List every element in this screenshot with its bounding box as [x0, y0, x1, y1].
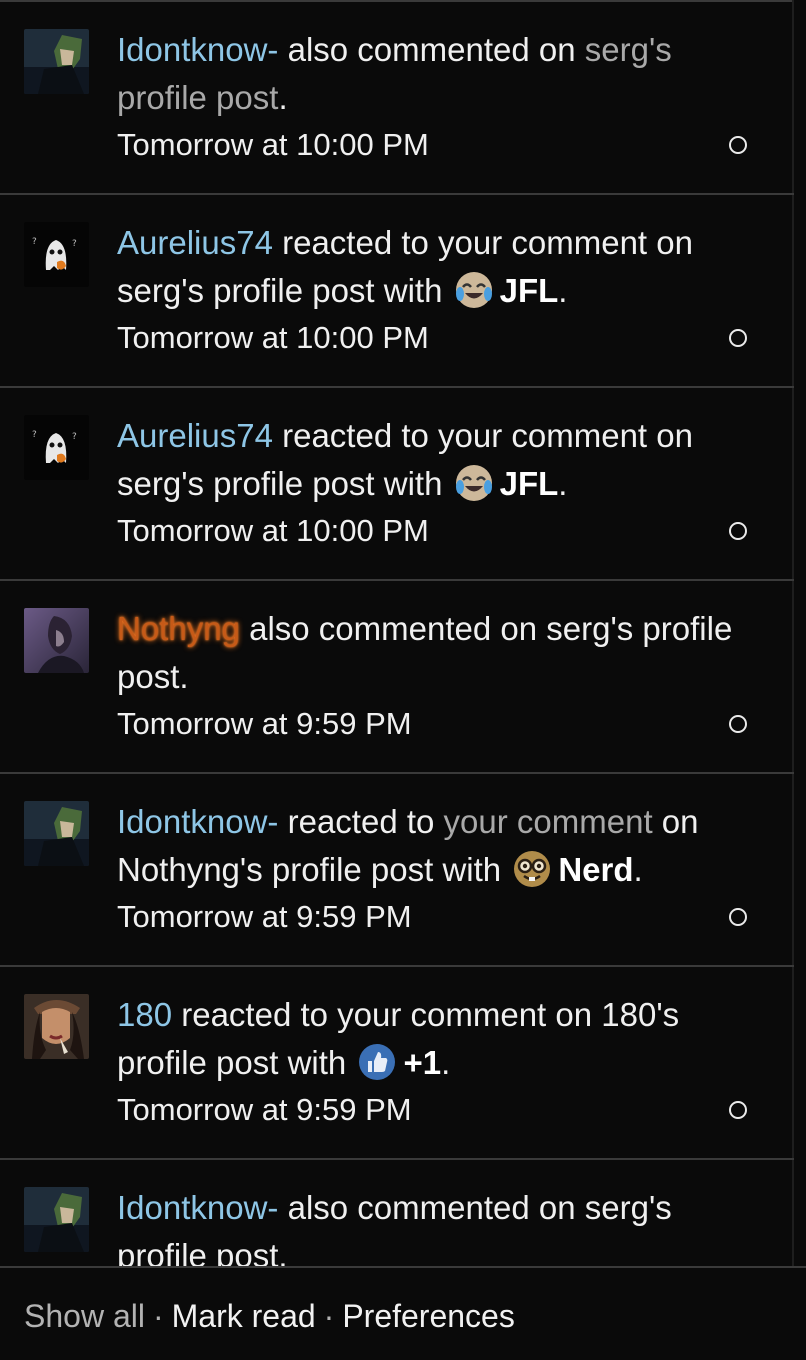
- laughing-crying-emoji-icon: [454, 270, 494, 310]
- notification-footer: Show all · Mark read · Preferences: [0, 1266, 806, 1360]
- notification-text: Aurelius74 reacted to your comment on se…: [117, 417, 693, 503]
- content-link[interactable]: your comment: [444, 803, 653, 840]
- avatar[interactable]: [24, 801, 89, 866]
- notification-item[interactable]: Idontknow- also commented on serg's prof…: [0, 1160, 794, 1266]
- notification-text: Aurelius74 reacted to your comment on se…: [117, 224, 693, 310]
- notification-time: Tomorrow at 9:59 PM: [117, 899, 412, 934]
- notification-text: Idontknow- also commented on serg's prof…: [117, 1189, 672, 1266]
- show-all-link[interactable]: Show all: [24, 1298, 145, 1334]
- reaction-name: Nerd: [558, 851, 634, 888]
- notification-item[interactable]: Idontknow- reacted to your comment on No…: [0, 774, 794, 967]
- notification-item[interactable]: 180 reacted to your comment on 180's pro…: [0, 967, 794, 1160]
- avatar[interactable]: [24, 608, 89, 673]
- avatar[interactable]: ? ?: [24, 415, 89, 480]
- mark-read-circle-icon[interactable]: [729, 908, 747, 926]
- username-link[interactable]: Nothyng: [117, 610, 240, 647]
- mark-read-link[interactable]: Mark read: [172, 1298, 316, 1334]
- svg-text:?: ?: [72, 239, 77, 249]
- notification-time: Tomorrow at 9:59 PM: [117, 1092, 412, 1127]
- username-link[interactable]: 180: [117, 996, 172, 1033]
- notification-time: Tomorrow at 10:00 PM: [117, 513, 429, 548]
- separator: ·: [152, 1298, 164, 1334]
- notification-list: Idontknow- also commented on serg's prof…: [0, 2, 794, 1266]
- notification-text: Idontknow- also commented on serg's prof…: [117, 31, 672, 116]
- notification-text: 180 reacted to your comment on 180's pro…: [117, 996, 680, 1082]
- nerd-emoji-icon: [512, 849, 552, 889]
- username-link[interactable]: Idontknow-: [117, 31, 278, 68]
- notification-item[interactable]: ? ? Aurelius74 reacted to your comment o…: [0, 388, 794, 581]
- avatar[interactable]: [24, 1187, 89, 1252]
- mark-read-circle-icon[interactable]: [729, 1101, 747, 1119]
- username-link[interactable]: Idontknow-: [117, 1189, 278, 1226]
- reaction-name: JFL: [499, 272, 559, 309]
- svg-text:?: ?: [32, 237, 37, 247]
- mark-read-circle-icon[interactable]: [729, 329, 747, 347]
- notification-time: Tomorrow at 10:00 PM: [117, 320, 429, 355]
- laughing-crying-emoji-icon: [454, 463, 494, 503]
- mark-read-circle-icon[interactable]: [729, 522, 747, 540]
- avatar[interactable]: [24, 994, 89, 1059]
- reaction-name: JFL: [499, 465, 559, 502]
- preferences-link[interactable]: Preferences: [342, 1298, 515, 1334]
- username-link[interactable]: Idontknow-: [117, 803, 278, 840]
- svg-text:?: ?: [32, 430, 37, 440]
- username-link[interactable]: Aurelius74: [117, 417, 273, 454]
- notification-item[interactable]: Nothyng also commented on serg's profile…: [0, 581, 794, 774]
- notification-item[interactable]: ? ? Aurelius74 reacted to your comment o…: [0, 195, 794, 388]
- avatar[interactable]: ? ?: [24, 222, 89, 287]
- reaction-name: +1: [403, 1044, 442, 1081]
- notification-text: Nothyng also commented on serg's profile…: [117, 610, 733, 695]
- thumbs-up-emoji-icon: [357, 1042, 397, 1082]
- username-link[interactable]: Aurelius74: [117, 224, 273, 261]
- notification-time: Tomorrow at 10:00 PM: [117, 127, 429, 162]
- notification-text: Idontknow- reacted to your comment on No…: [117, 803, 699, 889]
- svg-text:?: ?: [72, 432, 77, 442]
- notification-item[interactable]: Idontknow- also commented on serg's prof…: [0, 2, 794, 195]
- separator: ·: [323, 1298, 335, 1334]
- mark-read-circle-icon[interactable]: [729, 136, 747, 154]
- mark-read-circle-icon[interactable]: [729, 715, 747, 733]
- notification-time: Tomorrow at 9:59 PM: [117, 706, 412, 741]
- avatar[interactable]: [24, 29, 89, 94]
